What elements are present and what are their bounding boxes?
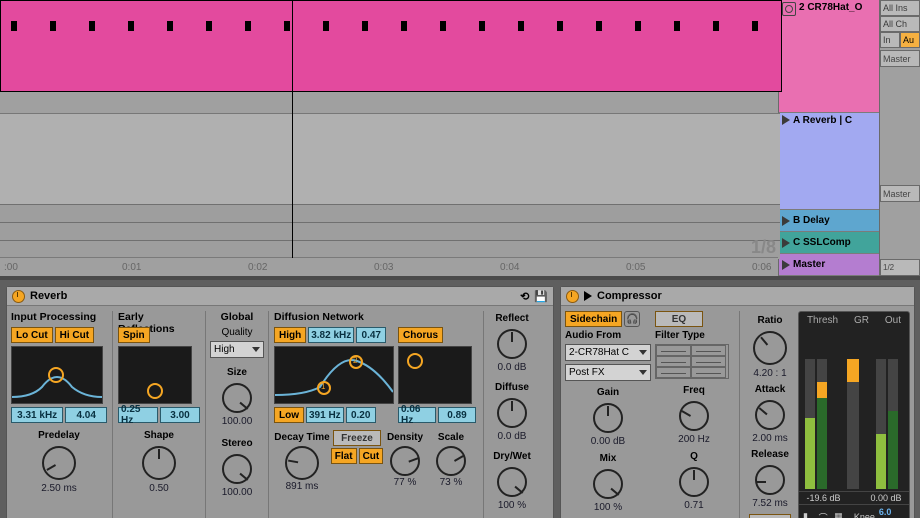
device-on-button[interactable]: [566, 290, 579, 303]
view-mode-icon[interactable]: ▮: [803, 511, 815, 518]
eq-button[interactable]: EQ: [655, 311, 703, 327]
stereo-knob[interactable]: [222, 454, 252, 484]
locut-button[interactable]: Lo Cut: [11, 327, 53, 343]
input-filter-graph[interactable]: [11, 346, 103, 404]
density-knob[interactable]: [390, 446, 420, 476]
sc-gain-knob[interactable]: [593, 403, 623, 433]
audio-from-select[interactable]: 2-CR78Hat C: [565, 344, 651, 361]
io-midi-val[interactable]: 1/2: [880, 259, 920, 276]
knee-value[interactable]: 6.0 dB: [879, 507, 905, 518]
early-amt[interactable]: 3.00: [160, 407, 200, 423]
chorus-amt[interactable]: 0.89: [438, 407, 476, 423]
io-all-ch[interactable]: All Ch: [880, 16, 920, 32]
view-mode-icon[interactable]: ⌒: [819, 511, 831, 518]
flat-button[interactable]: Flat: [331, 448, 357, 464]
io-master-1[interactable]: Master: [880, 50, 920, 67]
track-header-master[interactable]: Master: [779, 254, 879, 276]
return-lane-c[interactable]: [0, 222, 780, 241]
track-header-bdelay[interactable]: B Delay: [779, 210, 879, 232]
track-headers: 2 CR78Hat_O A Reverb | C B Delay C SSLCo…: [778, 0, 879, 276]
diffuse-knob[interactable]: [497, 398, 527, 428]
diff-high-freq[interactable]: 3.82 kHz: [308, 327, 354, 343]
arrangement-view: for(let i=0;i<20;i++){document.write('<d…: [0, 0, 920, 280]
diff-low-freq[interactable]: 391 Hz: [306, 407, 344, 423]
io-master-2[interactable]: Master: [880, 185, 920, 202]
play-icon[interactable]: [782, 260, 790, 270]
release-knob[interactable]: [755, 465, 785, 495]
track-header-areverb[interactable]: A Reverb | C: [779, 113, 879, 210]
track-header-cssl[interactable]: C SSLComp: [779, 232, 879, 254]
sidechain-button[interactable]: Sidechain: [565, 311, 622, 327]
track-fold-icon[interactable]: [782, 2, 796, 16]
filter-type-grid[interactable]: [655, 344, 729, 379]
spin-button[interactable]: Spin: [118, 327, 150, 343]
chorus-button[interactable]: Chorus: [398, 327, 443, 343]
io-all-ins[interactable]: All Ins: [880, 0, 920, 16]
device-reverb: Reverb ⟲ 💾 Input Processing Lo Cut Hi Cu…: [6, 286, 554, 518]
chevron-down-icon: [639, 350, 647, 355]
io-au[interactable]: Au: [900, 32, 920, 48]
quality-select[interactable]: High: [210, 341, 264, 358]
return-lane-b[interactable]: [0, 204, 780, 223]
io-column: All Ins All Ch In Au Master Master 1/2: [879, 0, 920, 276]
automation-lane[interactable]: [0, 113, 780, 205]
input-freq[interactable]: 3.31 kHz: [11, 407, 63, 423]
diff-filter-graph[interactable]: 1 2: [274, 346, 394, 404]
chevron-down-icon: [252, 347, 260, 352]
decay-knob[interactable]: [285, 446, 319, 480]
drywet-knob[interactable]: [497, 467, 527, 497]
hotswap-icon[interactable]: ⟲: [520, 290, 529, 303]
headphones-icon[interactable]: 🎧: [624, 311, 640, 327]
sc-mix-knob[interactable]: [593, 469, 623, 499]
hicut-button[interactable]: Hi Cut: [55, 327, 94, 343]
ratio-knob[interactable]: [753, 331, 787, 365]
sc-q-knob[interactable]: [679, 467, 709, 497]
playhead[interactable]: [292, 0, 293, 258]
device-title-bar[interactable]: Reverb ⟲ 💾: [7, 287, 553, 306]
gr-meter: [847, 359, 861, 489]
play-icon[interactable]: [782, 115, 790, 125]
out-meter[interactable]: [876, 359, 903, 489]
diff-low-amt[interactable]: 0.20: [346, 407, 376, 423]
shape-knob[interactable]: [142, 446, 176, 480]
auto-button[interactable]: Auto: [749, 514, 791, 518]
attack-knob[interactable]: [755, 400, 785, 430]
early-graph[interactable]: [118, 346, 192, 404]
tap-select[interactable]: Post FX: [565, 364, 651, 381]
track-header-hat[interactable]: 2 CR78Hat_O: [779, 0, 879, 113]
device-chain: Reverb ⟲ 💾 Input Processing Lo Cut Hi Cu…: [0, 280, 920, 518]
play-icon[interactable]: [782, 238, 790, 248]
view-mode-icon[interactable]: ▦: [834, 511, 846, 518]
save-icon[interactable]: 💾: [534, 290, 548, 303]
diff-high-amt[interactable]: 0.47: [356, 327, 386, 343]
grid-zoom-indicator: 1/8: [751, 237, 776, 258]
device-on-button[interactable]: [12, 290, 25, 303]
device-title-bar[interactable]: Compressor: [561, 287, 914, 306]
scale-knob[interactable]: [436, 446, 466, 476]
diff-high-button[interactable]: High: [274, 327, 306, 343]
diff-low-button[interactable]: Low: [274, 407, 304, 423]
chevron-down-icon: [639, 370, 647, 375]
play-icon[interactable]: [782, 216, 790, 226]
timeline-area[interactable]: for(let i=0;i<20;i++){document.write('<d…: [0, 0, 778, 276]
size-knob[interactable]: [222, 383, 252, 413]
reflect-knob[interactable]: [497, 329, 527, 359]
chorus-graph[interactable]: [398, 346, 472, 404]
cut-button[interactable]: Cut: [359, 448, 384, 464]
midi-clip[interactable]: for(let i=0;i<20;i++){document.write('<d…: [0, 0, 782, 92]
time-ruler[interactable]: :00 0:01 0:02 0:03 0:04 0:05 0:06: [0, 257, 778, 276]
expand-icon[interactable]: [584, 291, 592, 301]
sc-freq-knob[interactable]: [679, 401, 709, 431]
input-q[interactable]: 4.04: [65, 407, 107, 423]
compressor-meters: Thresh GR Out: [798, 311, 910, 518]
predelay-knob[interactable]: [42, 446, 76, 480]
chorus-freq[interactable]: 0.06 Hz: [398, 407, 436, 423]
io-in[interactable]: In: [880, 32, 900, 48]
early-freq[interactable]: 0.25 Hz: [118, 407, 158, 423]
device-compressor: Compressor Sidechain 🎧 Audio From 2-CR78…: [560, 286, 915, 518]
thresh-meter[interactable]: [805, 359, 832, 489]
freeze-button[interactable]: Freeze: [333, 430, 381, 446]
